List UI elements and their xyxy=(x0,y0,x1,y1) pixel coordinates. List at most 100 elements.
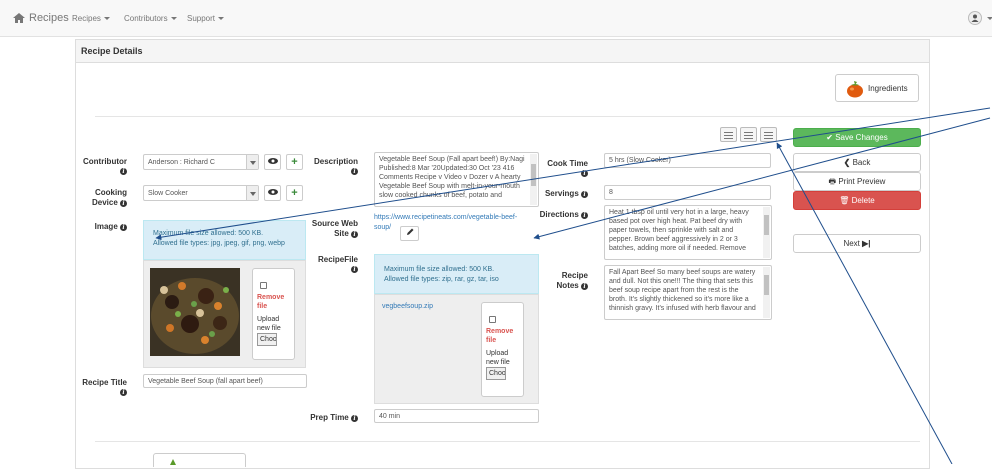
cook-time-label: Cook Time i xyxy=(547,159,588,177)
notes-scrollbar[interactable] xyxy=(763,267,770,318)
cooking-device-select[interactable]: Slow Cooker xyxy=(143,185,259,201)
cook-time-input[interactable]: 5 hrs (Slow Cooker) xyxy=(604,153,771,168)
recipe-file-link[interactable]: vegbeefsoup.zip xyxy=(382,303,433,310)
plus-icon: + xyxy=(291,187,298,199)
image-file-info: Maximum file size allowed: 500 KB. Allowe… xyxy=(143,220,306,260)
recipe-title-input[interactable]: Vegetable Beef Soup (fall apart beef) xyxy=(143,374,307,388)
directions-line: Heat 1 tbsp oil until very hot in a larg… xyxy=(609,209,749,216)
layout-two-column-button[interactable] xyxy=(740,127,757,142)
save-label: Save Changes xyxy=(835,133,888,142)
save-changes-button[interactable]: ✔ Save Changes xyxy=(793,128,921,147)
ingredients-button-bottom[interactable] xyxy=(153,453,246,467)
contributor-label: Contributor i xyxy=(83,157,127,175)
servings-input[interactable]: 8 xyxy=(604,185,771,200)
nav-support-menu[interactable]: Support xyxy=(187,14,225,23)
edit-source-button[interactable] xyxy=(400,226,419,241)
image-label: Image i xyxy=(80,222,127,231)
notes-line: beef soup recipe apart from the rest is … xyxy=(609,287,739,294)
layout-one-column-button[interactable] xyxy=(720,127,737,142)
remove-file-checkbox[interactable] xyxy=(489,316,496,323)
contributor-value: Anderson : Richard C xyxy=(148,159,215,166)
notes-line: thinnish gravy. It's infused with herb f… xyxy=(609,305,756,312)
info-icon: i xyxy=(351,266,358,273)
remove-image-label-2: file xyxy=(257,303,268,310)
tomato-icon xyxy=(847,81,863,98)
directions-scrollbar[interactable] xyxy=(763,207,770,258)
user-menu-button[interactable] xyxy=(968,11,982,25)
divider xyxy=(95,116,920,117)
view-device-button[interactable] xyxy=(264,185,281,201)
nav-contributors-label: Contributors xyxy=(124,14,168,23)
directions-line: based pot over high heat. Pat beef dry w… xyxy=(609,218,743,225)
cooking-device-label: Cooking Device i xyxy=(91,188,127,207)
file-max-size-text: Maximum file size allowed: 500 KB. xyxy=(384,266,495,273)
contributor-select[interactable]: Anderson : Richard C xyxy=(143,154,259,170)
notes-line: and dull. Not this one!!! The thing that… xyxy=(609,278,753,285)
ingredients-button[interactable]: Ingredients xyxy=(835,74,919,102)
delete-button[interactable]: 🗑 Delete xyxy=(793,191,921,210)
image-file-types-text: Allowed file types: jpg, jpeg, gif, png,… xyxy=(153,240,285,247)
info-icon: i xyxy=(581,283,588,290)
nav-recipes-label: Recipes xyxy=(72,14,101,23)
print-label: Print Preview xyxy=(838,177,886,186)
back-button[interactable]: ❮ Back xyxy=(793,153,921,172)
eye-icon xyxy=(267,189,278,195)
description-textarea[interactable]: Vegetable Beef Soup (Fall apart beef!) B… xyxy=(374,152,539,207)
home-icon xyxy=(13,13,25,23)
delete-label: Delete xyxy=(851,196,875,205)
info-icon: i xyxy=(120,200,127,207)
print-icon: 🖶 xyxy=(828,177,837,186)
prep-time-value: 40 min xyxy=(379,413,401,420)
add-device-button[interactable]: + xyxy=(286,185,303,201)
description-label: Description i xyxy=(313,157,358,175)
chevron-down-icon xyxy=(246,155,258,169)
chevron-down-icon xyxy=(218,17,225,21)
nav-contributors-menu[interactable]: Contributors xyxy=(124,14,177,23)
directions-textarea[interactable]: Heat 1 tbsp oil until very hot in a larg… xyxy=(604,205,772,260)
remove-file-label-2: file xyxy=(486,337,497,344)
notes-line: Fall Apart Beef So many beef soups are w… xyxy=(609,269,756,276)
next-label: Next xyxy=(843,239,860,248)
recipe-title-label: Recipe Title i xyxy=(82,378,127,396)
cooking-device-value: Slow Cooker xyxy=(148,190,188,197)
step-forward-icon: ▶| xyxy=(862,239,871,248)
info-icon: i xyxy=(351,415,358,422)
file-types-text: Allowed file types: zip, rar, gz, tar, i… xyxy=(384,276,499,283)
info-icon: i xyxy=(581,191,588,198)
nav-recipes-menu[interactable]: Recipes xyxy=(72,14,110,23)
user-menu-chevron-icon xyxy=(987,17,992,20)
prep-time-input[interactable]: 40 min xyxy=(374,409,539,423)
source-web-site-link[interactable]: https://www.recipetineats.com/vegetable-… xyxy=(374,213,517,233)
choose-file-button[interactable]: Choose File xyxy=(486,367,506,380)
add-contributor-button[interactable]: + xyxy=(286,154,303,170)
user-icon xyxy=(971,14,979,22)
print-preview-button[interactable]: 🖶 Print Preview xyxy=(793,172,921,191)
info-icon: i xyxy=(581,170,588,177)
back-label: Back xyxy=(852,158,871,167)
info-icon: i xyxy=(120,168,127,175)
description-line: Published:8 Mar '20Updated:30 Oct '23 41… xyxy=(379,165,515,172)
choose-image-button[interactable]: Choose File xyxy=(257,333,277,346)
cook-time-value: 5 hrs (Slow Cooker) xyxy=(609,157,671,164)
recipe-title-value: Vegetable Beef Soup (fall apart beef) xyxy=(148,378,263,385)
servings-label: Servings i xyxy=(540,189,588,198)
brand-label: Recipes xyxy=(29,12,69,24)
upload-image-label-2: new file xyxy=(257,325,281,332)
layout-three-column-button[interactable] xyxy=(760,127,777,142)
panel-title: Recipe Details xyxy=(76,40,929,63)
brand-link[interactable]: Recipes xyxy=(13,12,69,24)
directions-line: paper towels, then sprinkle with salt an… xyxy=(609,227,734,234)
recipe-notes-textarea[interactable]: Fall Apart Beef So many beef soups are w… xyxy=(604,265,772,320)
remove-image-checkbox[interactable] xyxy=(260,282,267,289)
info-icon: i xyxy=(351,168,358,175)
description-scrollbar[interactable] xyxy=(530,154,537,205)
recipe-file-upload-card: Remove file Upload new file Choose File xyxy=(481,302,524,397)
check-icon: ✔ xyxy=(826,133,833,142)
plus-icon: + xyxy=(291,156,298,168)
description-line: slow cooked chunks of beef, potato and xyxy=(379,192,502,199)
view-contributor-button[interactable] xyxy=(264,154,281,170)
upload-file-label-2: new file xyxy=(486,359,510,366)
next-button[interactable]: Next ▶| xyxy=(793,234,921,253)
remove-file-label: Remove xyxy=(486,328,514,335)
chevron-down-icon xyxy=(103,17,110,21)
